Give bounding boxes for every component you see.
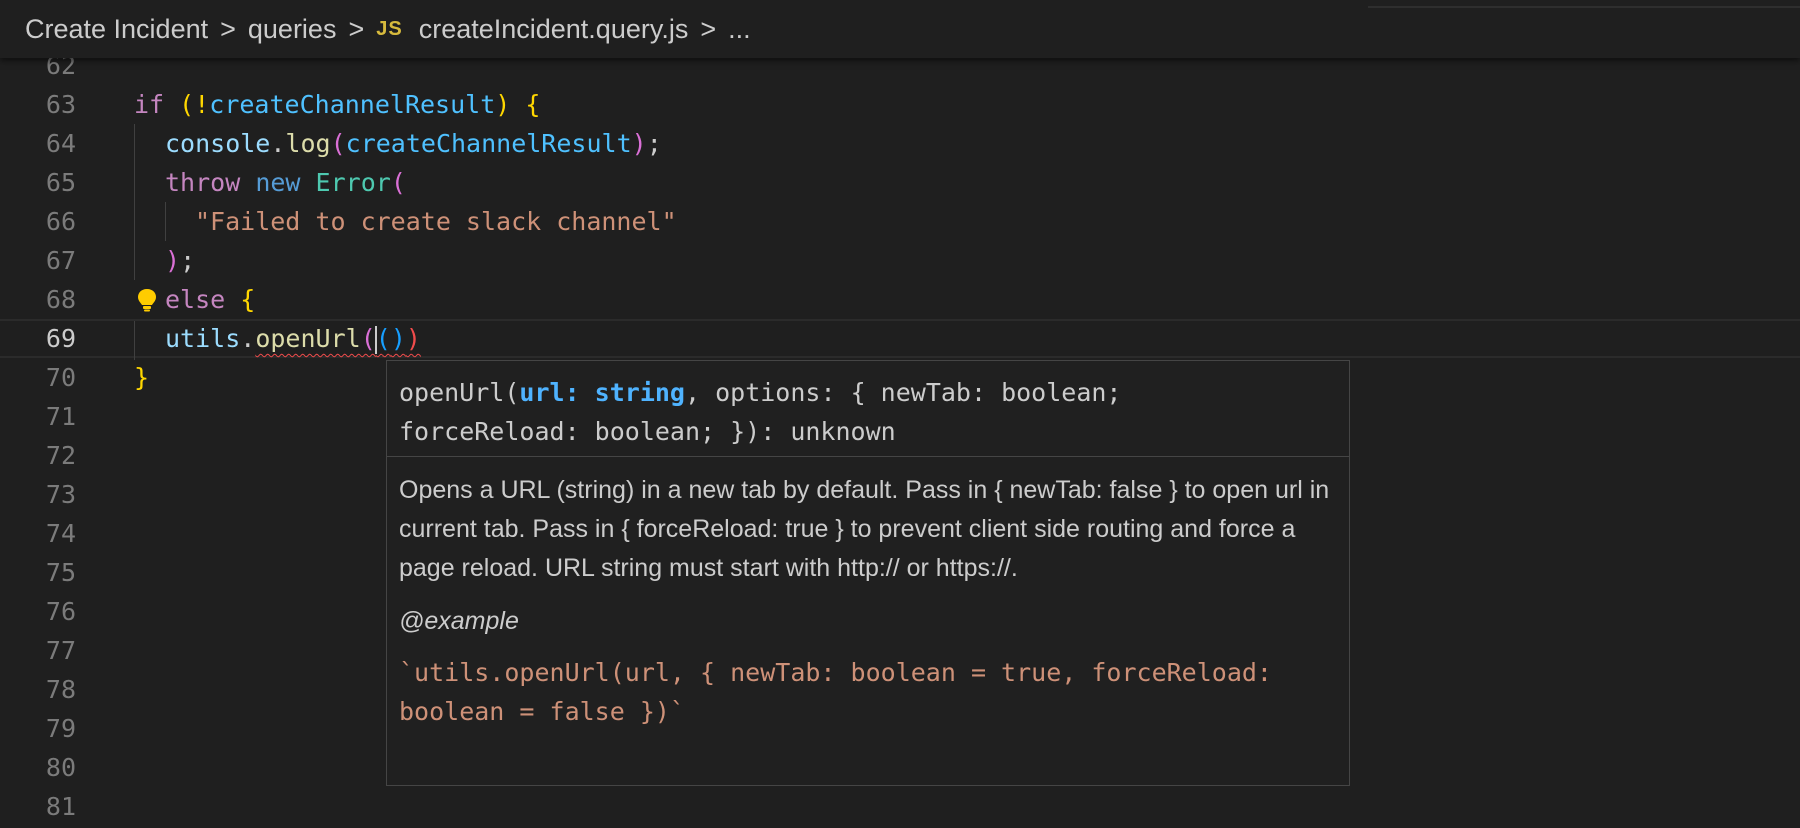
line-number: 72 [45,441,76,470]
documentation: Opens a URL (string) in a new tab by def… [387,457,1349,731]
chevron-right-icon: > [700,13,717,44]
code-line-69[interactable]: 69 utils.openUrl(()) [0,319,1800,360]
example-tag: @example [399,607,519,635]
breadcrumb-item-queries[interactable]: queries [248,14,337,45]
code-line-81[interactable]: 81 [0,787,1800,826]
line-number: 75 [45,558,76,587]
line-number: 78 [45,675,76,704]
line-number: 79 [45,714,76,743]
code-line-67[interactable]: 67 ); [0,241,1800,280]
code-line-66[interactable]: 66 "Failed to create slack channel" [0,202,1800,241]
line-number: 73 [45,480,76,509]
line-number: 64 [45,129,76,158]
line-number: 67 [45,246,76,275]
tab-bar-edge [1368,6,1800,8]
code-text: utils.openUrl(()) [165,324,421,354]
line-number: 74 [45,519,76,548]
indent-guide [134,202,135,241]
breadcrumb: Create Incident > queries > JS createInc… [0,0,1800,58]
breadcrumb-item-create-incident[interactable]: Create Incident [25,14,208,45]
line-number: 71 [45,402,76,431]
line-number: 65 [45,168,76,197]
code-line-63[interactable]: 63 if (!createChannelResult) { [0,85,1800,124]
line-number: 81 [45,792,76,821]
active-parameter: url: string [519,378,685,407]
indent-guide [165,202,166,241]
breadcrumb-item-symbol[interactable]: ... [728,14,751,45]
line-number: 76 [45,597,76,626]
line-number: 68 [45,285,76,314]
code-text: } [134,363,150,392]
chevron-right-icon: > [348,13,365,44]
parameter-hint-popup[interactable]: openUrl(url: string, options: { newTab: … [386,360,1350,786]
breadcrumb-item-file[interactable]: createIncident.query.js [419,14,689,45]
javascript-file-icon: JS [376,17,403,40]
line-number: 66 [45,207,76,236]
line-number: 77 [45,636,76,665]
code-line-65[interactable]: 65 throw new Error( [0,163,1800,202]
chevron-right-icon: > [220,13,236,44]
code-text: throw new Error( [165,168,406,197]
line-number: 69 [45,324,76,353]
code-line-68[interactable]: 68 else { [0,280,1800,319]
line-number: 80 [45,753,76,782]
code-line-64[interactable]: 64 console.log(createChannelResult); [0,124,1800,163]
code-text: console.log(createChannelResult); [165,129,662,158]
lightbulb-icon[interactable] [136,288,158,312]
line-number: 63 [45,90,76,119]
example-code: `utils.openUrl(url, { newTab: boolean = … [399,658,1272,726]
code-text: else { [165,285,256,314]
indent-guide [134,163,135,202]
code-text: "Failed to create slack channel" [195,207,677,236]
description-text: Opens a URL (string) in a new tab by def… [399,476,1330,582]
indent-guide [134,241,135,280]
line-number: 70 [45,363,76,392]
indent-guide [134,124,135,163]
function-signature: openUrl(url: string, options: { newTab: … [387,361,1349,457]
code-text: ); [165,246,196,275]
code-text: if (!createChannelResult) { [134,90,541,119]
indent-guide [134,321,135,360]
